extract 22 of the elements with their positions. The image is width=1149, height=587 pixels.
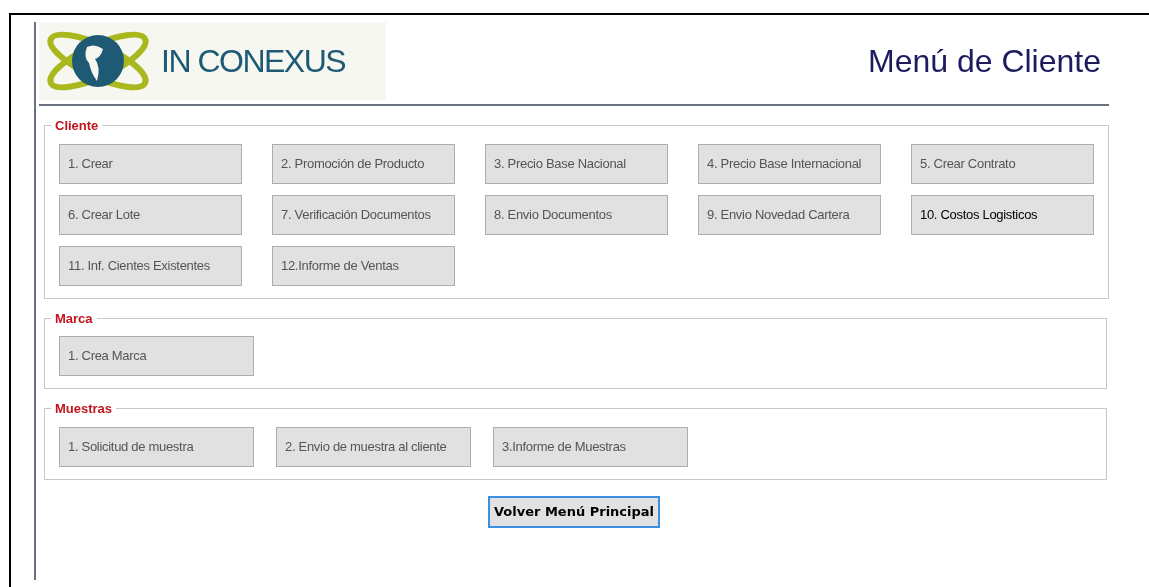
- menu-button[interactable]: 1. Crea Marca: [59, 336, 254, 376]
- group-title: Marca: [54, 309, 94, 328]
- menu-button[interactable]: 2. Promoción de Producto: [272, 143, 455, 184]
- logo-text: IN CONEXUS: [161, 41, 346, 81]
- menu-button[interactable]: 9. Envio Novedad Cartera: [698, 194, 881, 235]
- menu-button[interactable]: 6. Crear Lote: [59, 194, 242, 235]
- menu-button[interactable]: 1. Crear: [59, 143, 242, 184]
- menu-button[interactable]: 3.Informe de Muestras: [493, 426, 688, 467]
- page-title: Menú de Cliente: [867, 42, 1101, 81]
- menu-button[interactable]: 8. Envio Documentos: [485, 194, 668, 235]
- menu-button[interactable]: 3. Precio Base Nacional: [485, 143, 668, 184]
- menu-button[interactable]: 2. Envio de muestra al cliente: [276, 426, 471, 467]
- menu-button[interactable]: 10. Costos Logisticos: [911, 194, 1094, 235]
- menu-button[interactable]: 1. Solicitud de muestra: [59, 426, 254, 467]
- group-title: Cliente: [54, 117, 100, 135]
- menu-button[interactable]: 11. Inf. Cientes Existentes: [59, 245, 242, 286]
- back-to-main-menu-button[interactable]: Volver Menú Principal: [488, 495, 660, 528]
- menu-button[interactable]: 12.Informe de Ventas: [272, 245, 455, 286]
- menu-button[interactable]: 4. Precio Base Internacional: [698, 143, 881, 184]
- menu-button[interactable]: 5. Crear Contrato: [911, 143, 1094, 184]
- group-title: Muestras: [54, 400, 114, 418]
- menu-button[interactable]: 7. Verificación Documentos: [272, 194, 455, 235]
